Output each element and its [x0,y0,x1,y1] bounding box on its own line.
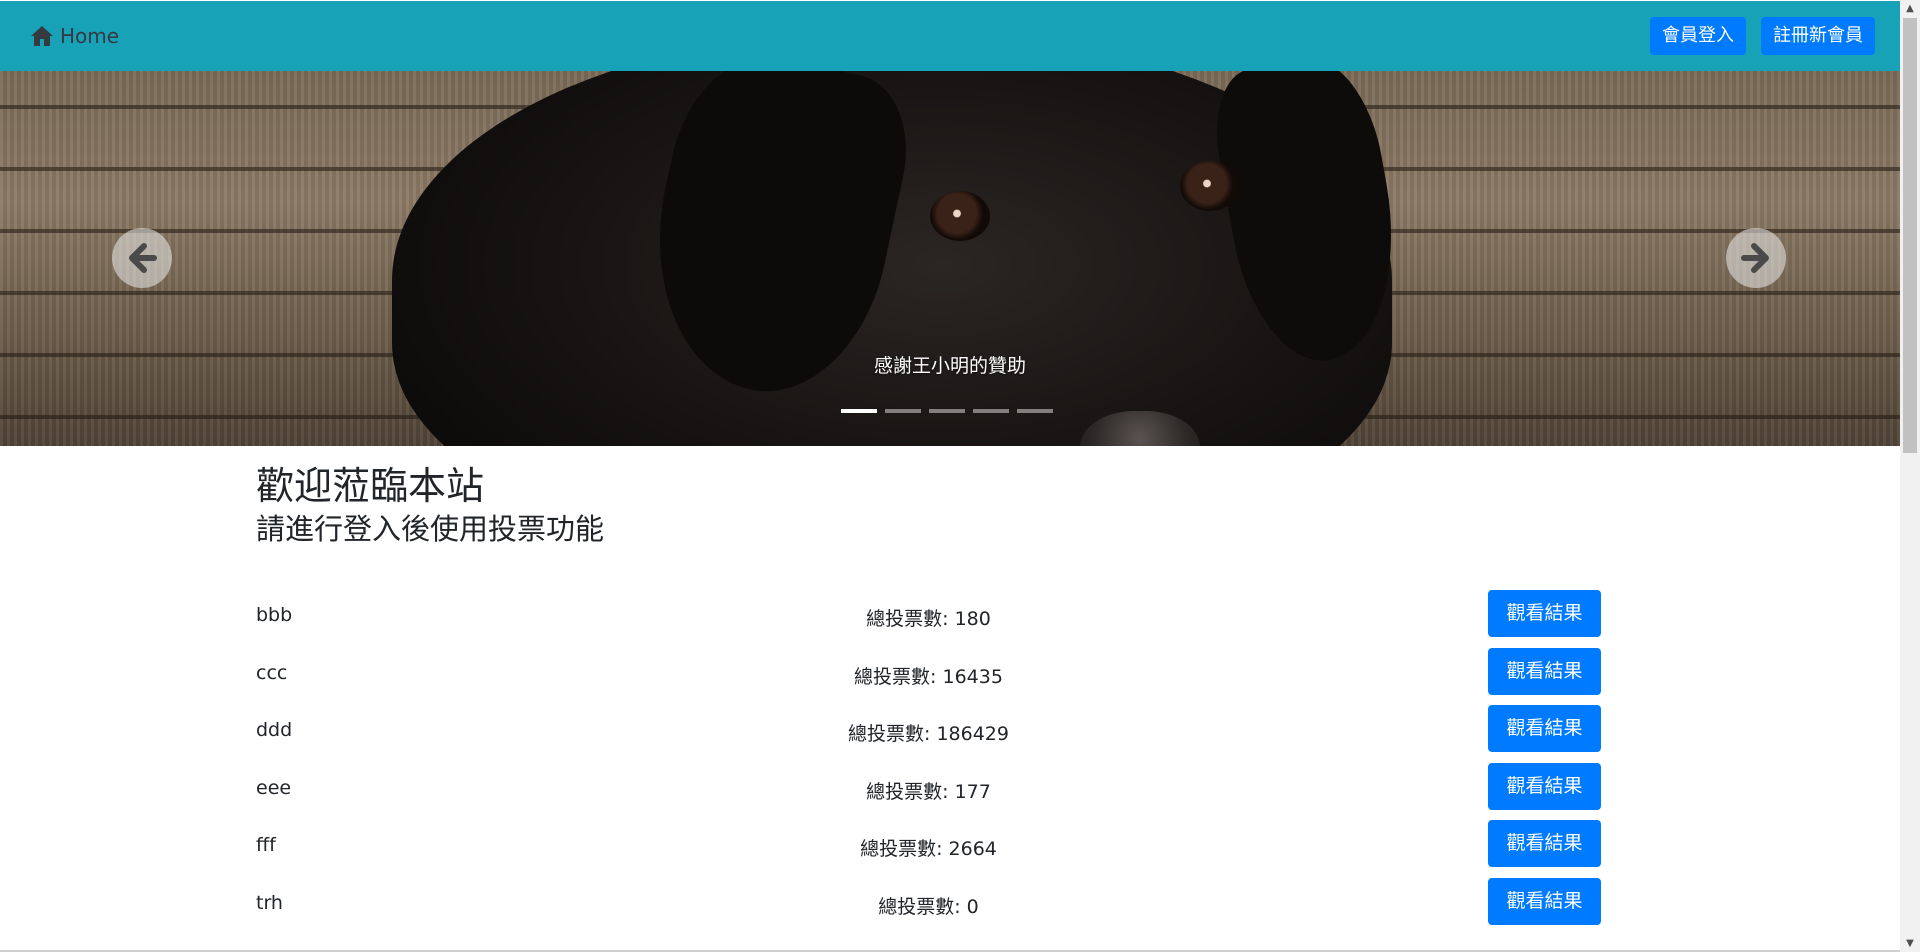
view-results-button[interactable]: 觀看結果 [1488,705,1601,752]
top-navbar: Home 會員登入 註冊新會員 [0,0,1900,71]
poll-row: ccc 總投票數: 16435 觀看結果 [256,646,1601,704]
login-button[interactable]: 會員登入 [1650,17,1746,55]
poll-vote-count: 總投票數: 186429 [848,723,1009,745]
poll-row: bbb 總投票數: 180 觀看結果 [256,588,1601,646]
home-icon [30,24,54,48]
carousel-next-button[interactable] [1726,228,1786,288]
carousel-indicators [841,409,1053,413]
auth-buttons: 會員登入 註冊新會員 [1650,17,1875,55]
scroll-up-arrow-icon[interactable]: ▲ [1900,0,1920,17]
home-link[interactable]: Home [30,24,119,48]
carousel-prev-button[interactable] [112,228,172,288]
poll-vote-count: 總投票數: 16435 [854,665,1003,688]
view-results-button[interactable]: 觀看結果 [1488,762,1601,810]
poll-row: ddd 總投票數: 186429 觀看結果 [256,703,1601,761]
vertical-scrollbar[interactable]: ▲ ▼ [1900,0,1920,952]
poll-row: fff 總投票數: 2664 觀看結果 [256,818,1601,876]
poll-list: bbb 總投票數: 180 觀看結果 ccc 總投票數: 16435 觀看結果 … [256,588,1601,933]
poll-vote-count: 總投票數: 2664 [860,838,997,860]
register-button[interactable]: 註冊新會員 [1761,17,1875,55]
carousel-indicator-4[interactable] [973,409,1009,413]
poll-vote-count: 總投票數: 177 [866,780,991,803]
carousel-indicator-5[interactable] [1017,409,1053,413]
poll-row: eee 總投票數: 177 觀看結果 [256,761,1601,819]
login-prompt: 請進行登入後使用投票功能 [256,511,605,546]
welcome-heading: 歡迎蒞臨本站 [256,464,485,508]
scroll-down-arrow-icon[interactable]: ▼ [1900,935,1920,952]
scrollbar-thumb[interactable] [1903,18,1917,453]
view-results-button[interactable]: 觀看結果 [1488,820,1601,867]
view-results-button[interactable]: 觀看結果 [1488,590,1601,637]
carousel-caption: 感謝王小明的贊助 [873,355,1026,377]
poll-row: trh 總投票數: 0 觀看結果 [256,876,1601,934]
main-content: 歡迎蒞臨本站 請進行登入後使用投票功能 bbb 總投票數: 180 觀看結果 c… [256,446,1601,925]
home-label: Home [60,24,120,48]
view-results-button[interactable]: 觀看結果 [1488,647,1601,695]
poll-vote-count: 總投票數: 180 [866,608,991,630]
arrow-left-icon [122,238,162,278]
arrow-right-icon [1736,238,1776,278]
carousel-indicator-3[interactable] [929,409,965,413]
carousel-indicator-2[interactable] [885,409,921,413]
carousel-indicator-1[interactable] [841,409,877,413]
hero-carousel: 感謝王小明的贊助 [0,71,1900,446]
poll-vote-count: 總投票數: 0 [878,895,979,918]
view-results-button[interactable]: 觀看結果 [1488,877,1601,925]
